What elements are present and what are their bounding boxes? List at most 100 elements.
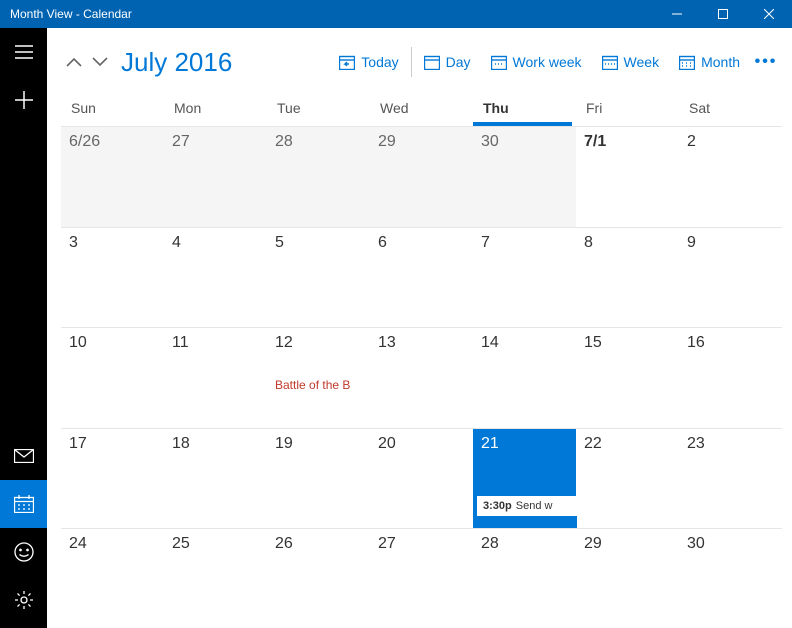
month-title[interactable]: July 2016 bbox=[121, 47, 232, 78]
date-label: 12 bbox=[275, 334, 362, 352]
nav-rail bbox=[0, 28, 47, 628]
weekday-sat: Sat bbox=[679, 94, 782, 126]
day-label: Day bbox=[446, 54, 471, 70]
day-cell[interactable]: 28 bbox=[473, 528, 576, 628]
day-cell[interactable]: 28 bbox=[267, 127, 370, 227]
day-cell[interactable]: 10 bbox=[61, 327, 164, 427]
day-view-button[interactable]: Day bbox=[414, 50, 481, 74]
event-time: 3:30p bbox=[483, 500, 512, 512]
date-label: 14 bbox=[481, 334, 568, 352]
holiday-event[interactable]: Battle of the B bbox=[275, 378, 362, 392]
day-cell[interactable]: 14 bbox=[473, 327, 576, 427]
month-grid: 6/26272829307/123456789101112Battle of t… bbox=[61, 126, 782, 628]
date-label: 19 bbox=[275, 435, 362, 453]
day-cell[interactable]: 8 bbox=[576, 227, 679, 327]
workweek-label: Work week bbox=[513, 54, 582, 70]
today-button[interactable]: Today bbox=[329, 50, 408, 74]
date-label: 13 bbox=[378, 334, 465, 352]
day-cell[interactable]: 2 bbox=[679, 127, 782, 227]
date-label: 23 bbox=[687, 435, 774, 453]
next-month-button[interactable] bbox=[87, 47, 113, 77]
day-cell[interactable]: 17 bbox=[61, 428, 164, 528]
day-cell[interactable]: 7/1 bbox=[576, 127, 679, 227]
weekday-tue: Tue bbox=[267, 94, 370, 126]
day-cell[interactable]: 4 bbox=[164, 227, 267, 327]
window-close-button[interactable] bbox=[746, 0, 792, 28]
toolbar-separator bbox=[411, 47, 412, 77]
day-cell[interactable]: 18 bbox=[164, 428, 267, 528]
date-label: 7/1 bbox=[584, 133, 671, 151]
day-cell[interactable]: 15 bbox=[576, 327, 679, 427]
day-cell[interactable]: 26 bbox=[267, 528, 370, 628]
window-minimize-button[interactable] bbox=[654, 0, 700, 28]
day-cell[interactable]: 30 bbox=[679, 528, 782, 628]
date-label: 28 bbox=[275, 133, 362, 151]
day-cell[interactable]: 24 bbox=[61, 528, 164, 628]
day-cell[interactable]: 5 bbox=[267, 227, 370, 327]
week-row: 24 25 26 27 28 29 30 bbox=[61, 528, 782, 628]
week-view-button[interactable]: Week bbox=[592, 50, 670, 74]
mail-icon[interactable] bbox=[0, 432, 47, 480]
day-cell[interactable]: 27 bbox=[370, 528, 473, 628]
date-label: 29 bbox=[584, 535, 671, 553]
week-row: 10 11 12 Battle of the B 13 14 15 16 bbox=[61, 327, 782, 427]
workweek-view-button[interactable]: Work week bbox=[481, 50, 592, 74]
day-cell[interactable]: 7 bbox=[473, 227, 576, 327]
day-cell[interactable]: 16 bbox=[679, 327, 782, 427]
day-cell[interactable]: 22 bbox=[576, 428, 679, 528]
date-label: 18 bbox=[172, 435, 259, 453]
weekday-fri: Fri bbox=[576, 94, 679, 126]
hamburger-menu-button[interactable] bbox=[0, 28, 47, 76]
date-label: 16 bbox=[687, 334, 774, 352]
weekday-wed: Wed bbox=[370, 94, 473, 126]
toolbar: July 2016 Today Day Work week Week M bbox=[61, 40, 782, 84]
day-cell[interactable]: 19 bbox=[267, 428, 370, 528]
title-bar: Month View - Calendar bbox=[0, 0, 792, 28]
window-maximize-button[interactable] bbox=[700, 0, 746, 28]
date-label: 25 bbox=[172, 535, 259, 553]
date-label: 17 bbox=[69, 435, 156, 453]
day-cell[interactable]: 29 bbox=[370, 127, 473, 227]
date-label: 10 bbox=[69, 334, 156, 352]
calendar-icon[interactable] bbox=[0, 480, 47, 528]
settings-icon[interactable] bbox=[0, 576, 47, 624]
date-label: 6/26 bbox=[69, 133, 156, 151]
date-label: 27 bbox=[378, 535, 465, 553]
prev-month-button[interactable] bbox=[61, 47, 87, 77]
day-cell[interactable]: 25 bbox=[164, 528, 267, 628]
date-label: 7 bbox=[481, 234, 568, 252]
date-label: 6 bbox=[378, 234, 465, 252]
day-cell[interactable]: 6 bbox=[370, 227, 473, 327]
day-cell[interactable]: 30 bbox=[473, 127, 576, 227]
day-cell[interactable]: 20 bbox=[370, 428, 473, 528]
day-cell[interactable]: 3 bbox=[61, 227, 164, 327]
day-cell[interactable]: 9 bbox=[679, 227, 782, 327]
date-label: 8 bbox=[584, 234, 671, 252]
day-cell[interactable]: 6/26 bbox=[61, 127, 164, 227]
event-tail bbox=[473, 516, 577, 528]
date-label: 20 bbox=[378, 435, 465, 453]
weekday-header: Sun Mon Tue Wed Thu Fri Sat bbox=[61, 94, 782, 126]
new-event-button[interactable] bbox=[0, 76, 47, 124]
day-cell[interactable]: 11 bbox=[164, 327, 267, 427]
date-label: 5 bbox=[275, 234, 362, 252]
window-title: Month View - Calendar bbox=[10, 7, 132, 21]
week-row: 6/26 27 28 29 30 7/1 2 bbox=[61, 127, 782, 227]
date-label: 9 bbox=[687, 234, 774, 252]
day-cell[interactable]: 13 bbox=[370, 327, 473, 427]
date-label: 24 bbox=[69, 535, 156, 553]
day-cell[interactable]: 12 Battle of the B bbox=[267, 327, 370, 427]
feedback-icon[interactable] bbox=[0, 528, 47, 576]
calendar-event[interactable]: 3:30pSend w bbox=[473, 496, 577, 516]
weekday-mon: Mon bbox=[164, 94, 267, 126]
date-label: 30 bbox=[687, 535, 774, 553]
day-cell[interactable]: 27 bbox=[164, 127, 267, 227]
date-label: 28 bbox=[481, 535, 568, 553]
day-cell[interactable]: 29 bbox=[576, 528, 679, 628]
day-cell-today[interactable]: 213:30pSend w bbox=[473, 428, 576, 528]
week-row: 17 18 19 20 213:30pSend w22 23 bbox=[61, 428, 782, 528]
date-label: 29 bbox=[378, 133, 465, 151]
day-cell[interactable]: 23 bbox=[679, 428, 782, 528]
more-options-button[interactable]: ••• bbox=[750, 47, 782, 77]
month-view-button[interactable]: Month bbox=[669, 50, 750, 74]
